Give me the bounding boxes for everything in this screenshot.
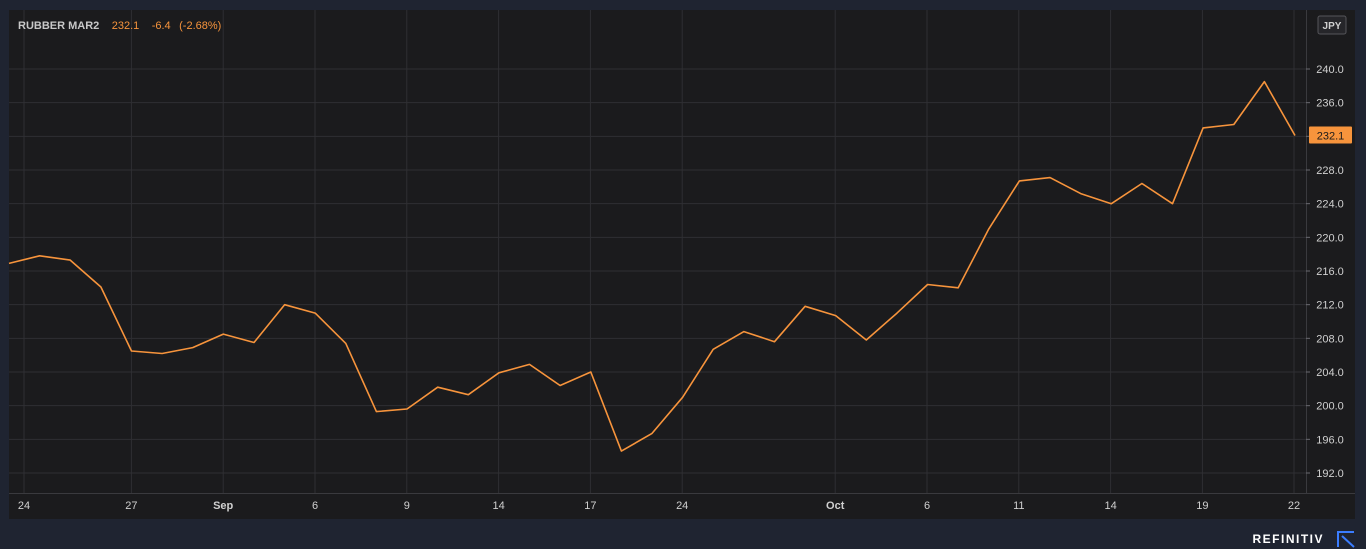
y-tick-label: 228.0 <box>1316 165 1344 177</box>
price-chart: 192.0 196.0 200.0 204.0 208.0 212.0 216.0 220.0… <box>8 10 1355 519</box>
y-tick-label: 192.0 <box>1316 468 1344 480</box>
x-tick-label: 6 <box>924 500 930 512</box>
x-tick-label: 19 <box>1196 500 1208 512</box>
y-tick-label: 212.0 <box>1316 300 1344 312</box>
current-price-tag: 232.1 <box>1309 126 1352 144</box>
y-tick-label: 204.0 <box>1316 367 1344 379</box>
currency-label: JPY <box>1323 21 1342 32</box>
legend-last: 232.1 <box>112 20 140 32</box>
y-tick-label: 216.0 <box>1316 266 1344 278</box>
legend-change-pct: (-2.68%) <box>179 20 221 32</box>
x-tick-label: 11 <box>1013 500 1024 512</box>
y-tick-label: 196.0 <box>1316 434 1344 446</box>
y-tick-label: 240.0 <box>1316 64 1344 76</box>
y-tick-label: 236.0 <box>1316 98 1344 110</box>
legend-symbol: RUBBER MAR2 <box>18 20 99 32</box>
x-tick-label: 24 <box>676 500 688 512</box>
plot-background <box>9 10 1306 493</box>
refinitiv-logo-icon <box>1337 531 1355 548</box>
y-tick-label: 208.0 <box>1316 333 1344 345</box>
x-tick-label: 17 <box>584 500 596 512</box>
currency-badge[interactable]: JPY <box>1317 15 1347 35</box>
brand-name: REFINITIV <box>1252 532 1324 546</box>
x-tick-label: 14 <box>1104 500 1116 512</box>
price-axis-background <box>1306 10 1355 493</box>
x-tick-label: Oct <box>826 500 845 512</box>
x-tick-label: 27 <box>125 500 137 512</box>
x-tick-label: 22 <box>1288 500 1300 512</box>
y-tick-label: 200.0 <box>1316 401 1344 413</box>
x-tick-label: 9 <box>404 500 410 512</box>
x-tick-label: 14 <box>492 500 504 512</box>
y-tick-label: 220.0 <box>1316 232 1344 244</box>
x-tick-label: 24 <box>18 500 30 512</box>
legend-change: -6.4 <box>152 20 171 32</box>
x-tick-label: 6 <box>312 500 318 512</box>
y-tick-label: 224.0 <box>1316 199 1344 211</box>
current-price-label: 232.1 <box>1317 130 1345 142</box>
x-tick-label: Sep <box>213 500 233 512</box>
